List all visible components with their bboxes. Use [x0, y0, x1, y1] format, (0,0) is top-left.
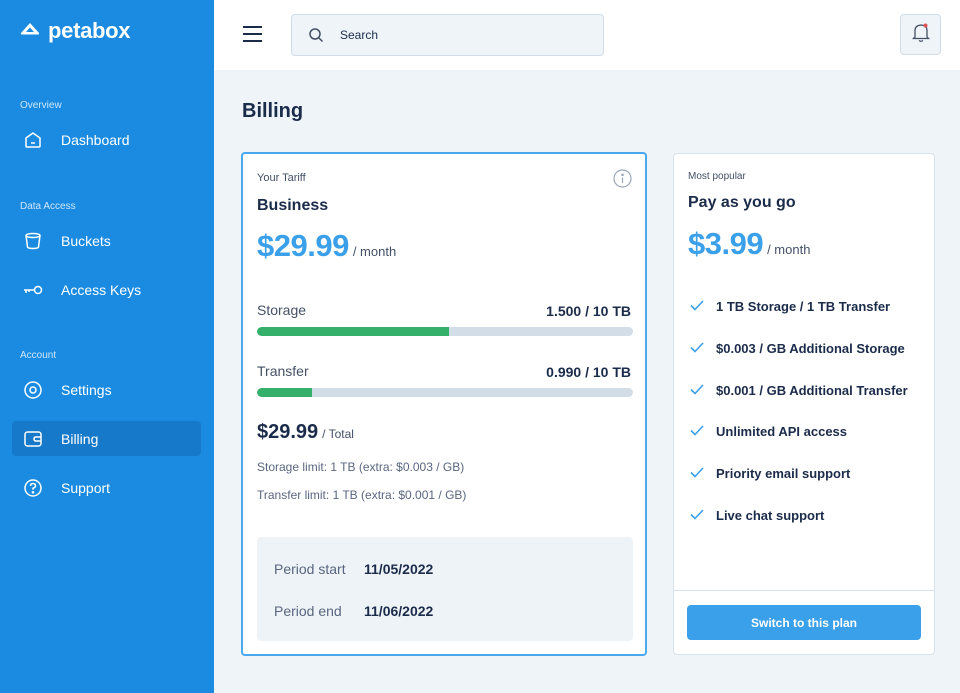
help-icon: [12, 478, 61, 498]
sidebar-item-label: Dashboard: [61, 131, 130, 148]
total-price: $29.99 / Total: [257, 421, 354, 444]
menu-icon[interactable]: [243, 26, 262, 42]
feature-item: Unlimited API access: [690, 424, 847, 439]
billing-period: Period start 11/05/2022 Period end 11/06…: [257, 537, 633, 641]
feature-item: Priority email support: [690, 466, 850, 481]
feature-item: $0.001 / GB Additional Transfer: [690, 383, 908, 398]
storage-limit: Storage limit: 1 TB (extra: $0.003 / GB): [257, 460, 465, 474]
bucket-icon: [12, 231, 61, 251]
top-bar: [214, 0, 960, 70]
period-start-value: 11/05/2022: [364, 561, 434, 577]
key-icon: [12, 284, 61, 296]
sidebar-item-label: Buckets: [61, 232, 111, 249]
feature-item: 1 TB Storage / 1 TB Transfer: [690, 299, 890, 314]
search-input[interactable]: [340, 28, 580, 42]
switch-plan-button[interactable]: Switch to this plan: [687, 605, 921, 640]
popular-label: Most popular: [688, 171, 746, 182]
sidebar-item-label: Access Keys: [61, 281, 142, 298]
check-icon: [690, 508, 704, 523]
transfer-progress-fill: [257, 388, 312, 397]
check-icon: [690, 424, 704, 439]
transfer-label: Transfer: [257, 363, 309, 379]
sidebar-item-access-keys[interactable]: Access Keys: [12, 272, 201, 307]
sidebar-item-buckets[interactable]: Buckets: [12, 223, 201, 258]
storage-progress-fill: [257, 327, 449, 336]
feature-text: 1 TB Storage / 1 TB Transfer: [716, 299, 891, 314]
price-amount: $3.99: [688, 226, 764, 261]
total-amount: $29.99: [257, 421, 319, 443]
sidebar-item-label: Settings: [61, 381, 112, 398]
sidebar-item-label: Support: [61, 479, 111, 496]
transfer-progress: [257, 388, 633, 397]
current-tariff-card: Your Tariff Business $29.99 / month Stor…: [241, 152, 647, 656]
total-label: / Total: [322, 427, 354, 441]
sidebar-item-support[interactable]: Support: [12, 470, 201, 505]
popular-plan-card: Most popular Pay as you go $3.99 / month…: [673, 153, 935, 655]
price-amount: $29.99: [257, 228, 349, 263]
gear-icon: [12, 380, 61, 400]
home-icon: [12, 130, 61, 150]
price-period: / month: [352, 244, 397, 259]
page-title: Billing: [242, 100, 304, 122]
transfer-value: 0.990 / 10 TB: [546, 364, 631, 380]
divider: [674, 590, 934, 591]
sidebar-item-settings[interactable]: Settings: [12, 372, 201, 407]
logo[interactable]: petabox: [20, 18, 131, 44]
bell-icon: [911, 21, 931, 48]
feature-item: $0.003 / GB Additional Storage: [690, 341, 905, 356]
feature-item: Live chat support: [690, 508, 824, 523]
transfer-limit: Transfer limit: 1 TB (extra: $0.001 / GB…: [257, 488, 467, 502]
price-period: / month: [767, 242, 811, 257]
plan-price: $3.99 / month: [688, 226, 810, 262]
tariff-label: Your Tariff: [257, 172, 306, 184]
wallet-icon: [12, 430, 61, 448]
sidebar-item-dashboard[interactable]: Dashboard: [12, 122, 201, 157]
sidebar: petabox Overview Dashboard Data Access B…: [0, 0, 214, 693]
info-icon[interactable]: [613, 169, 632, 193]
check-icon: [690, 383, 704, 398]
plan-name: Pay as you go: [688, 194, 796, 211]
storage-value: 1.500 / 10 TB: [546, 303, 631, 319]
search-icon: [292, 27, 340, 43]
feature-text: $0.001 / GB Additional Transfer: [716, 383, 908, 398]
check-icon: [690, 341, 704, 356]
nav-section-data-access: Data Access: [20, 201, 76, 212]
plan-name: Business: [257, 197, 329, 214]
period-start-label: Period start: [274, 561, 346, 577]
storage-progress: [257, 327, 633, 336]
period-end-value: 11/06/2022: [364, 603, 434, 619]
storage-label: Storage: [257, 302, 307, 318]
nav-section-account: Account: [20, 350, 57, 361]
sidebar-item-billing[interactable]: Billing: [12, 421, 201, 456]
plan-price: $29.99 / month: [257, 228, 396, 264]
notifications-button[interactable]: [900, 14, 941, 55]
feature-text: Priority email support: [716, 466, 851, 481]
feature-text: $0.003 / GB Additional Storage: [716, 341, 905, 356]
search-box[interactable]: [291, 14, 604, 56]
check-icon: [690, 466, 704, 481]
nav-section-overview: Overview: [20, 100, 62, 111]
feature-text: Unlimited API access: [716, 424, 848, 439]
feature-text: Live chat support: [716, 508, 825, 523]
app-name: petabox: [48, 18, 131, 43]
sidebar-item-label: Billing: [61, 430, 99, 447]
period-end-label: Period end: [274, 603, 342, 619]
cloud-logo-icon: [20, 22, 40, 41]
check-icon: [690, 299, 704, 314]
